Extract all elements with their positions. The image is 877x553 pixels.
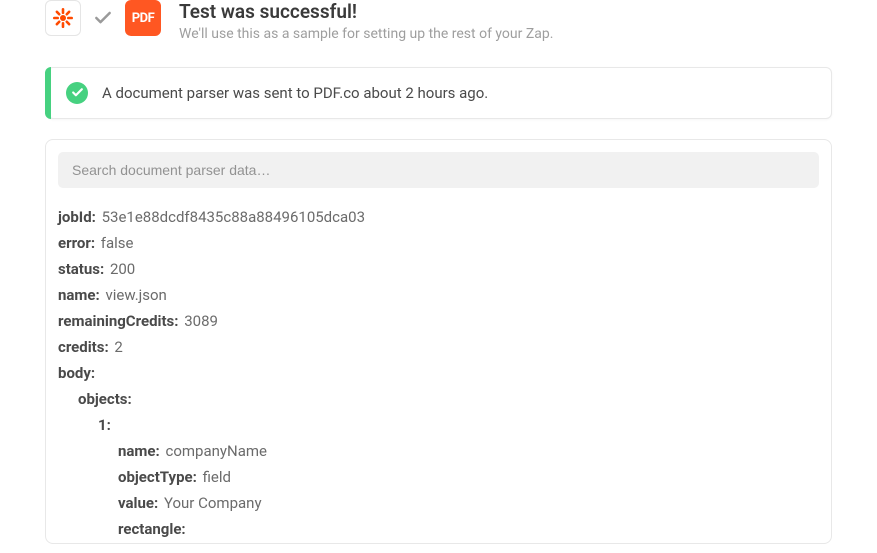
data-key: value: <box>118 494 158 512</box>
data-value: field <box>199 468 231 486</box>
data-key: 1: <box>98 416 111 434</box>
connector-checkmark <box>91 0 115 36</box>
data-row[interactable]: 1: 0 <box>58 542 819 543</box>
checkmark-icon <box>71 86 84 99</box>
pdfco-app-icon: PDF <box>125 0 161 36</box>
data-value: companyName <box>162 442 267 460</box>
data-row[interactable]: body: <box>58 360 819 386</box>
data-row[interactable]: jobId: 53e1e88dcdf8435c88a88496105dca03 <box>58 204 819 230</box>
data-key: body: <box>58 364 95 382</box>
data-key: status: <box>58 260 104 278</box>
data-key: error: <box>58 234 95 252</box>
data-row[interactable]: status: 200 <box>58 256 819 282</box>
data-value: 200 <box>106 260 135 278</box>
search-input[interactable] <box>58 152 819 188</box>
data-key: jobId: <box>58 208 96 226</box>
data-row[interactable]: name: view.json <box>58 282 819 308</box>
test-result-subtitle: We'll use this as a sample for setting u… <box>179 26 553 42</box>
check-icon <box>93 8 113 28</box>
data-row[interactable]: value: Your Company <box>58 490 819 516</box>
data-row[interactable]: objects: <box>58 386 819 412</box>
data-value: 53e1e88dcdf8435c88a88496105dca03 <box>98 208 365 226</box>
success-icon-circle <box>66 82 88 104</box>
data-row[interactable]: objectType: field <box>58 464 819 490</box>
data-value: Your Company <box>160 494 261 512</box>
data-key: name: <box>58 286 100 304</box>
data-row[interactable]: 1: <box>58 412 819 438</box>
zapier-app-icon <box>45 0 81 36</box>
data-row[interactable]: credits: 2 <box>58 334 819 360</box>
pdf-logo-label: PDF <box>132 11 154 26</box>
zapier-icon <box>51 6 75 30</box>
notification-accent-bar <box>45 67 51 119</box>
data-row[interactable]: rectangle: <box>58 516 819 542</box>
notification-message: A document parser was sent to PDF.co abo… <box>102 84 488 102</box>
data-key: remainingCredits: <box>58 312 179 330</box>
parser-data-list[interactable]: jobId: 53e1e88dcdf8435c88a88496105dca03e… <box>46 198 831 543</box>
data-row[interactable]: name: companyName <box>58 438 819 464</box>
parser-data-panel: jobId: 53e1e88dcdf8435c88a88496105dca03e… <box>45 139 832 544</box>
test-result-title: Test was successful! <box>179 0 553 25</box>
data-row[interactable]: remainingCredits: 3089 <box>58 308 819 334</box>
data-key: name: <box>118 442 160 460</box>
data-key: objects: <box>78 390 132 408</box>
data-value: 2 <box>111 338 123 356</box>
data-row[interactable]: error: false <box>58 230 819 256</box>
data-key: objectType: <box>118 468 197 486</box>
success-notification: A document parser was sent to PDF.co abo… <box>45 67 832 119</box>
test-result-header: PDF Test was successful! We'll use this … <box>10 0 867 52</box>
data-key: credits: <box>58 338 109 356</box>
data-value: view.json <box>102 286 167 304</box>
data-value: false <box>97 234 133 252</box>
data-value: 3089 <box>181 312 218 330</box>
data-key: rectangle: <box>118 520 186 538</box>
